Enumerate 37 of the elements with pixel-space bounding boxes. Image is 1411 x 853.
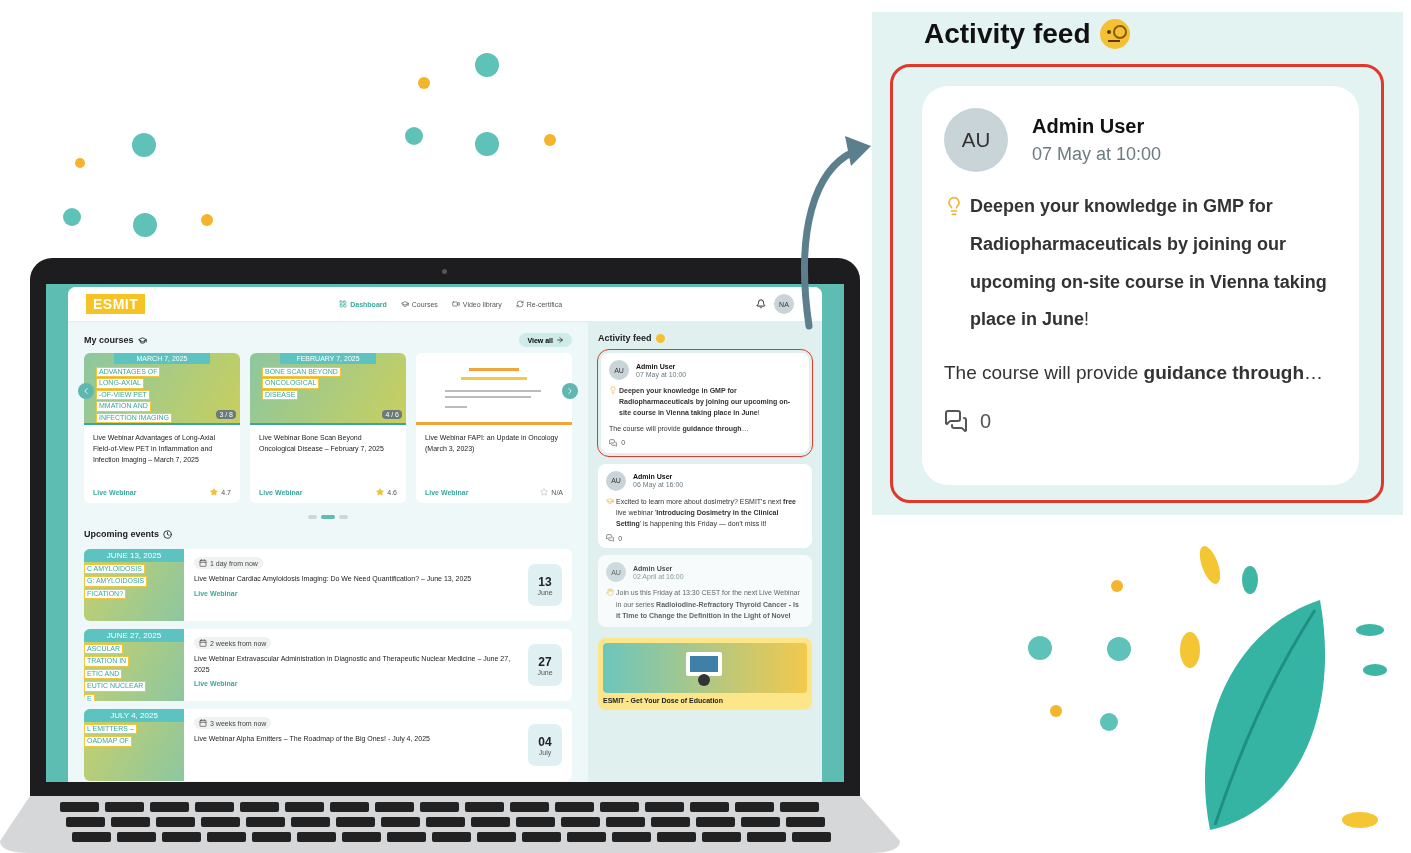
- banner-date: JULY 4, 2025: [84, 709, 184, 722]
- camera-dot: [442, 269, 447, 274]
- post-excerpt: The course will provide guidance through…: [944, 361, 1325, 386]
- graduation-cap-icon: [606, 496, 614, 505]
- chevron-right-icon: [565, 386, 575, 396]
- section-title: Upcoming events: [84, 529, 159, 539]
- grid-icon: [339, 300, 348, 308]
- panel-title: Activity feed: [924, 18, 1091, 50]
- graduation-cap-icon: [400, 300, 409, 308]
- chevron-left-icon: [81, 386, 91, 396]
- smiley-icon: [655, 333, 665, 343]
- comment-count: 0: [980, 409, 992, 433]
- notifications-icon[interactable]: [756, 299, 766, 309]
- monocle-face-icon: [1098, 18, 1131, 50]
- section-title: My courses: [84, 335, 134, 345]
- previous-button[interactable]: [78, 383, 94, 399]
- calendar-icon: [199, 719, 207, 727]
- course-card[interactable]: [84, 353, 240, 503]
- banner-date: JUNE 27, 2025: [84, 629, 184, 642]
- graduation-cap-icon: [137, 335, 147, 345]
- hand-icon: [606, 588, 614, 597]
- post-time: 07 May at 10:00: [1032, 144, 1162, 165]
- user-avatar: AU: [944, 108, 1008, 172]
- post-card[interactable]: [598, 555, 812, 627]
- section-title: Activity feed: [598, 333, 652, 343]
- arrow-right-icon: [556, 336, 564, 344]
- comments-icon[interactable]: [944, 409, 968, 434]
- calendar-icon: [199, 639, 207, 647]
- author-name: Admin User: [1032, 115, 1146, 138]
- lightbulb-icon: [609, 386, 617, 394]
- banner-date: JUNE 13, 2025: [84, 549, 184, 562]
- clock-icon: [163, 529, 172, 539]
- refresh-icon: [515, 300, 524, 308]
- next-button[interactable]: [562, 383, 578, 399]
- post-text: Deepen your knowledge in GMP for Radiopharmaceuticals by joining our upcoming on-site course in Vienna taking place in June!: [970, 195, 1328, 332]
- calendar-icon: [199, 559, 207, 567]
- video-icon: [451, 300, 460, 308]
